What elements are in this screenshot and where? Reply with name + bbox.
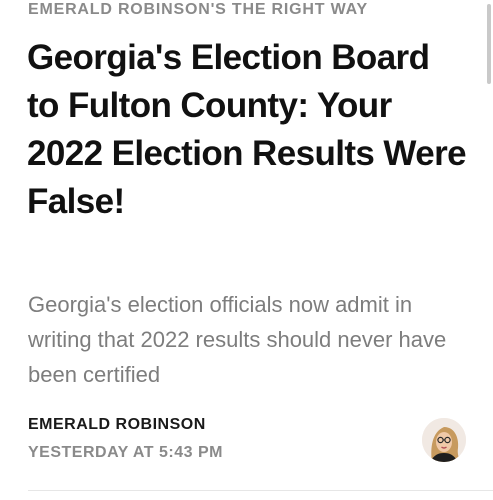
publication-name[interactable]: EMERALD ROBINSON'S THE RIGHT WAY [28, 0, 368, 20]
post-timestamp: YESTERDAY AT 5:43 PM [28, 444, 223, 461]
author-name[interactable]: EMERALD ROBINSON [28, 415, 206, 435]
article-title: Georgia's Election Board to Fulton Count… [27, 38, 467, 221]
author-avatar[interactable] [422, 418, 466, 462]
article-header: EMERALD ROBINSON'S THE RIGHT WAY Georgia… [0, 0, 493, 500]
scrollbar-thumb[interactable] [487, 4, 491, 84]
section-divider [28, 490, 493, 491]
avatar-photo-icon [422, 418, 466, 462]
article-subtitle: Georgia's election officials now admit i… [28, 292, 447, 387]
